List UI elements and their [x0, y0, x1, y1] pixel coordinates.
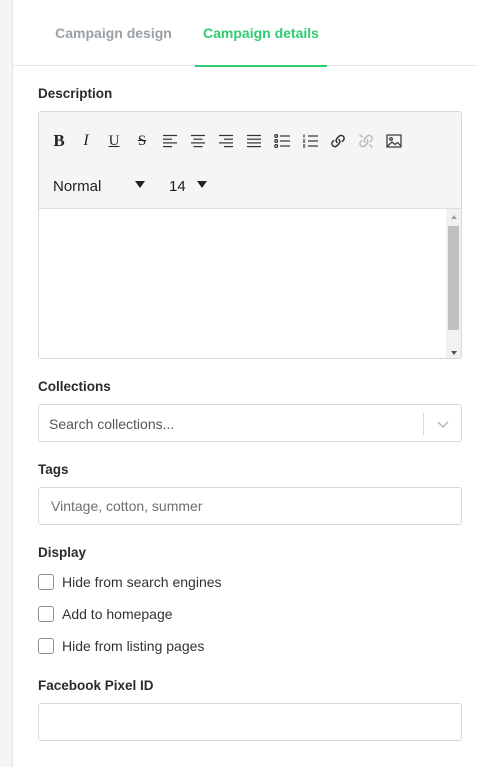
format-select[interactable]: Normal [53, 172, 151, 200]
hide-search-engines-label: Hide from search engines [62, 574, 222, 590]
scrollbar-thumb[interactable] [448, 226, 459, 330]
font-size-caret-icon [197, 181, 207, 188]
scroll-up-icon[interactable] [446, 209, 461, 224]
scroll-down-icon[interactable] [446, 345, 461, 358]
tab-campaign-design[interactable]: Campaign design [31, 0, 196, 66]
add-to-homepage-option[interactable]: Add to homepage [38, 605, 173, 623]
description-editor: B I U S Normal 14 [38, 111, 462, 359]
align-left-icon[interactable] [158, 128, 182, 154]
font-size-value: 14 [169, 177, 186, 195]
hide-listing-pages-checkbox[interactable] [38, 638, 54, 654]
description-content-area[interactable] [39, 209, 461, 358]
hide-listing-pages-option[interactable]: Hide from listing pages [38, 637, 204, 655]
add-to-homepage-label: Add to homepage [62, 606, 173, 622]
collections-select[interactable]: Search collections... [38, 404, 462, 442]
strikethrough-icon[interactable]: S [130, 128, 154, 154]
editor-toolbar: B I U S Normal 14 [39, 112, 461, 209]
facebook-pixel-input[interactable] [38, 703, 462, 741]
unlink-icon[interactable] [354, 128, 378, 154]
facebook-pixel-label: Facebook Pixel ID [38, 678, 154, 693]
format-select-value: Normal [53, 177, 102, 195]
tags-input[interactable] [38, 487, 462, 525]
format-caret-icon [135, 181, 145, 188]
underline-icon[interactable]: U [102, 128, 126, 154]
italic-icon[interactable]: I [74, 128, 98, 154]
image-icon[interactable] [382, 128, 406, 154]
description-label: Description [38, 86, 113, 101]
select-separator [423, 413, 424, 435]
numbered-list-icon[interactable] [298, 128, 322, 154]
chevron-down-icon[interactable] [435, 416, 451, 432]
font-size-select[interactable]: 14 [169, 172, 217, 200]
tab-bar: Campaign design Campaign details [13, 0, 477, 67]
hide-search-engines-option[interactable]: Hide from search engines [38, 573, 222, 591]
campaign-details-panel: Campaign design Campaign details Descrip… [12, 0, 477, 767]
hide-listing-pages-label: Hide from listing pages [62, 638, 205, 654]
bold-icon[interactable]: B [47, 128, 71, 154]
tags-label: Tags [38, 462, 69, 477]
collections-label: Collections [38, 379, 111, 394]
bullet-list-icon[interactable] [270, 128, 294, 154]
align-right-icon[interactable] [214, 128, 238, 154]
display-label: Display [38, 545, 87, 560]
align-center-icon[interactable] [186, 128, 210, 154]
editor-scrollbar[interactable] [446, 209, 461, 358]
align-justify-icon[interactable] [242, 128, 266, 154]
collections-placeholder: Search collections... [49, 416, 175, 432]
tab-campaign-details[interactable]: Campaign details [195, 0, 327, 67]
add-to-homepage-checkbox[interactable] [38, 606, 54, 622]
link-icon[interactable] [326, 128, 350, 154]
hide-search-engines-checkbox[interactable] [38, 574, 54, 590]
